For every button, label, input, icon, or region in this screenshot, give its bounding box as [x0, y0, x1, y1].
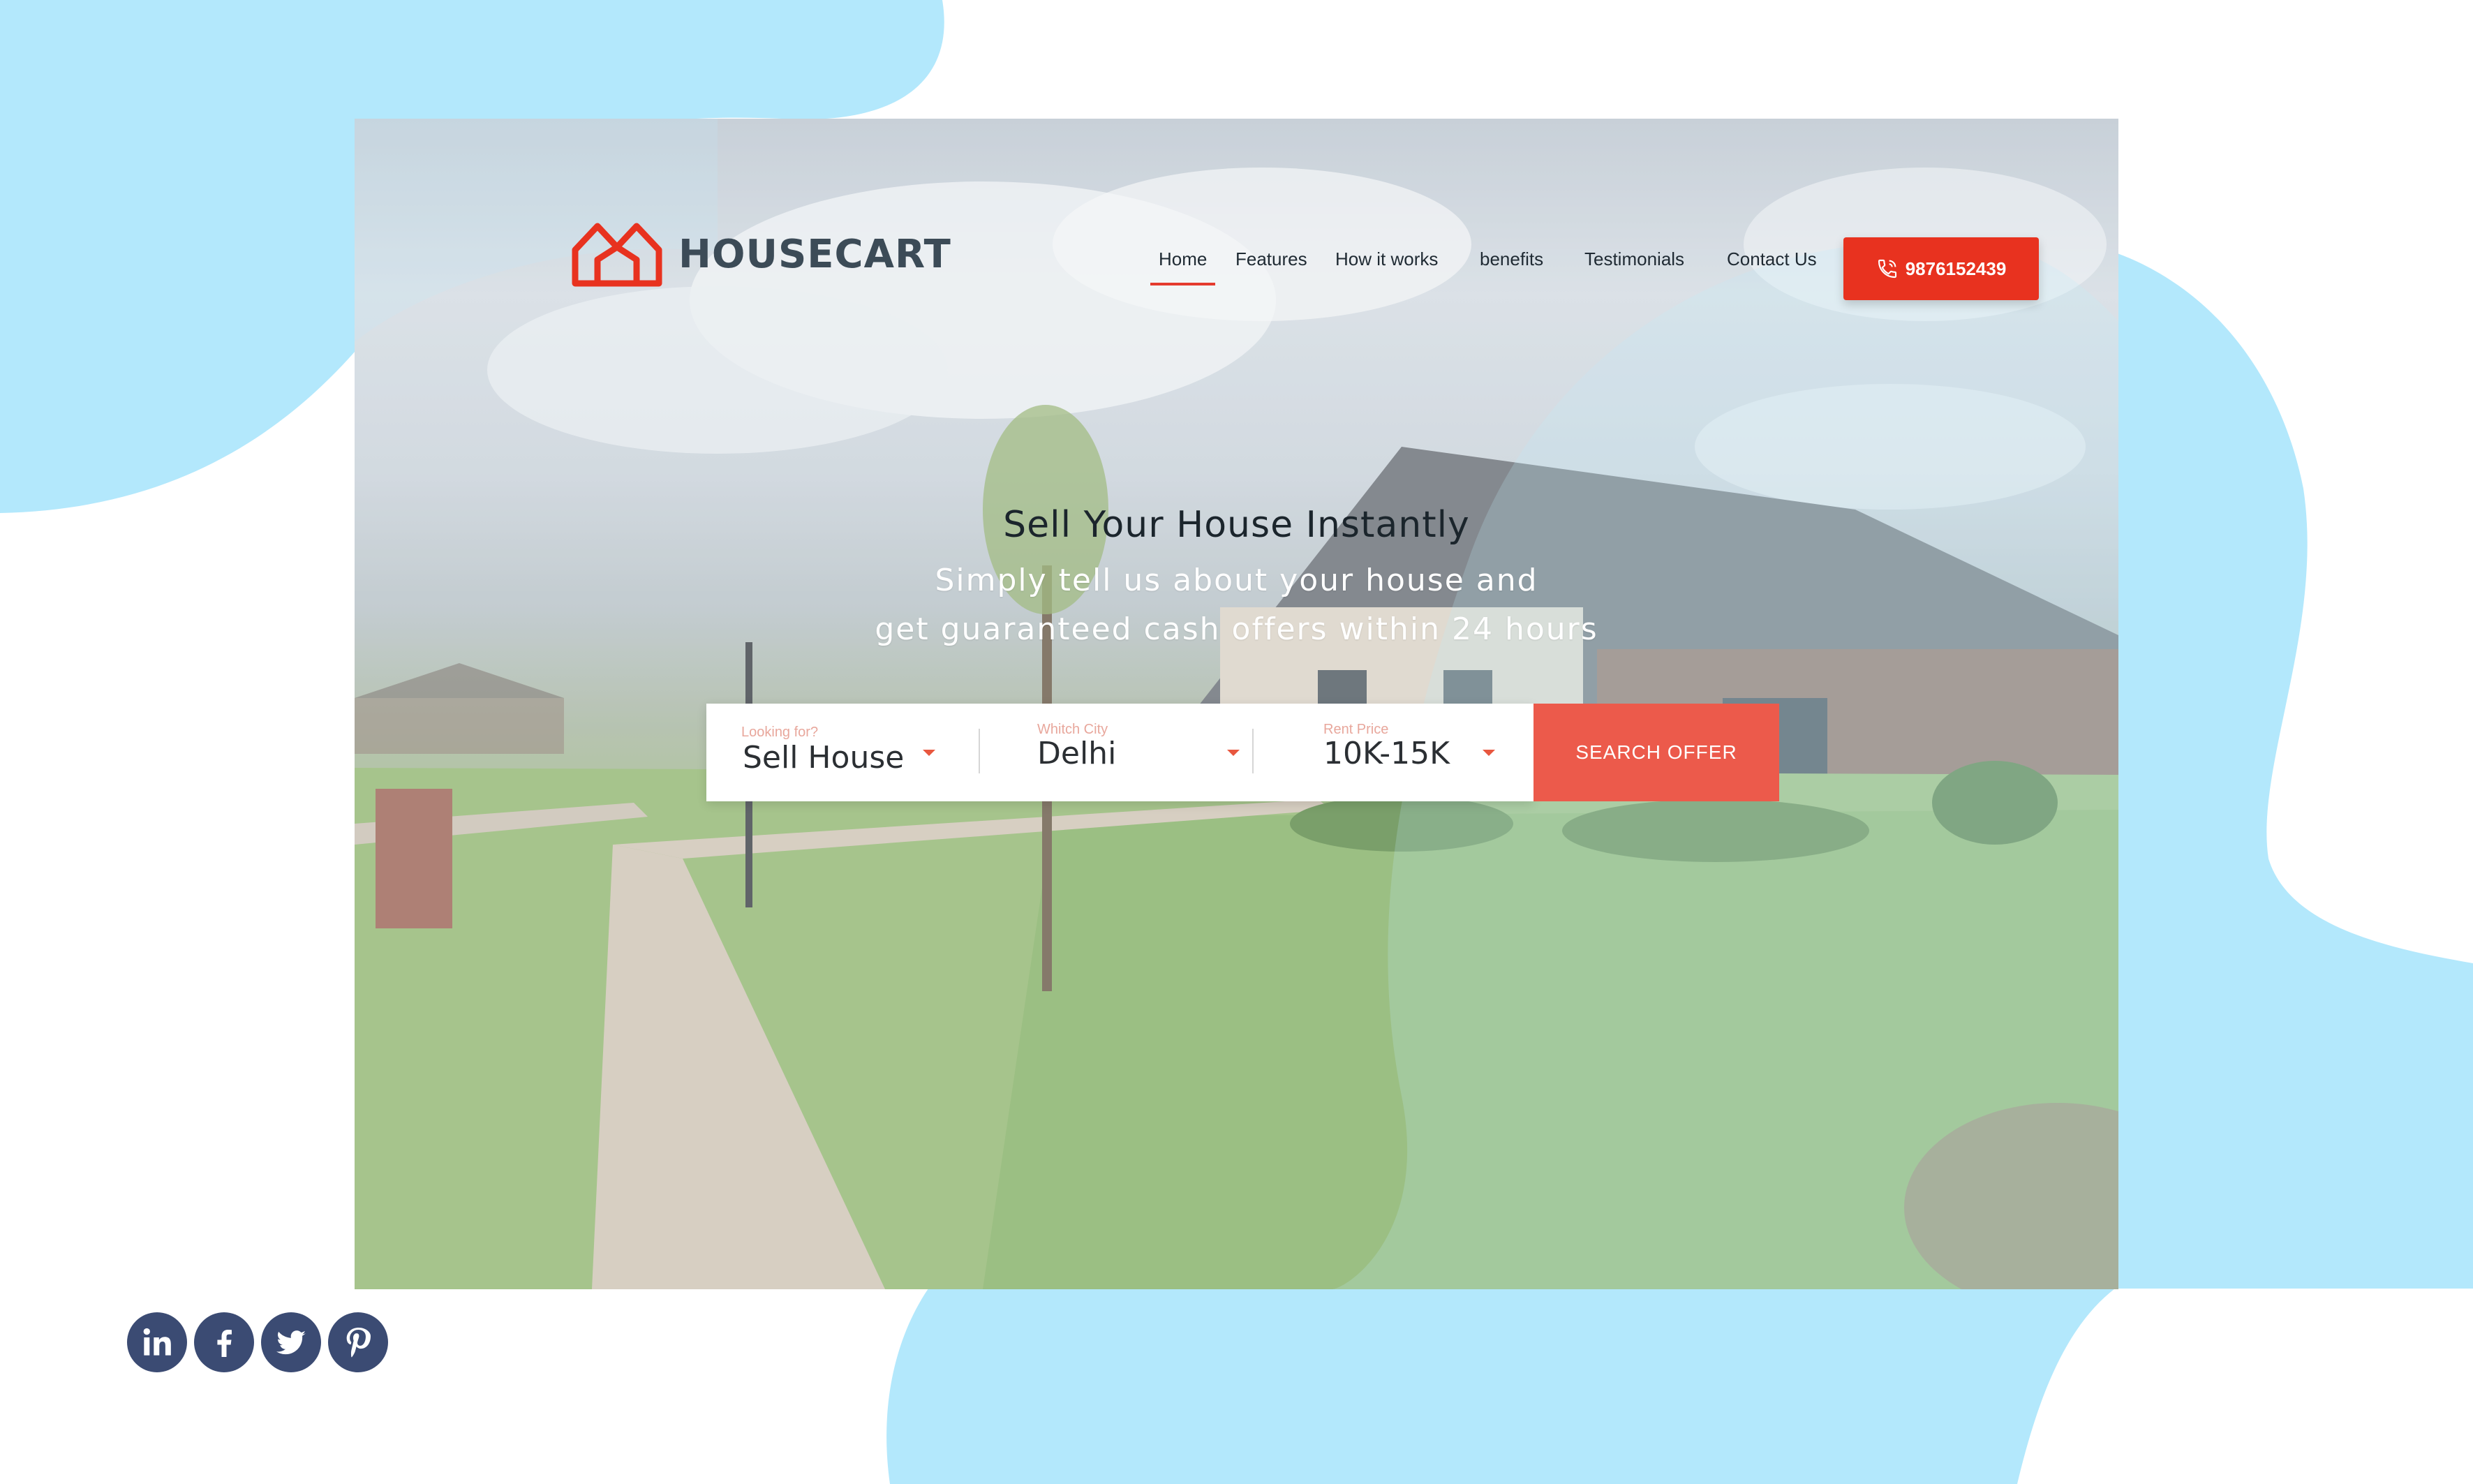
- search-offer-button[interactable]: SEARCH OFFER: [1533, 704, 1779, 801]
- nav-item-features[interactable]: Features: [1235, 248, 1307, 270]
- phone-icon: [1878, 259, 1896, 279]
- nav-item-home[interactable]: Home: [1150, 248, 1216, 285]
- rent-price-select[interactable]: Rent Price 10K-15K: [1254, 704, 1533, 801]
- looking-for-select[interactable]: Looking for? Sell House: [706, 704, 979, 801]
- city-value: Delhi: [1037, 736, 1117, 771]
- linkedin-icon[interactable]: [127, 1312, 187, 1372]
- hero-subline-1: Simply tell us about your house and: [935, 563, 1538, 598]
- facebook-icon[interactable]: [194, 1312, 254, 1372]
- phone-number: 9876152439: [1905, 258, 2007, 279]
- looking-for-value: Sell House: [743, 740, 905, 776]
- nav-item-benefits[interactable]: benefits: [1480, 248, 1543, 270]
- hero-section: HOUSECART Home Features How it works ben…: [355, 119, 2118, 1289]
- chevron-down-icon: [1483, 750, 1495, 756]
- nav-item-contact-us[interactable]: Contact Us: [1727, 248, 1817, 270]
- hero-headline: Sell Your House Instantly: [1003, 504, 1470, 546]
- social-links: [127, 1312, 395, 1372]
- chevron-down-icon: [923, 750, 935, 756]
- city-select[interactable]: Whitch City Delhi: [980, 704, 1252, 801]
- chevron-down-icon: [1227, 750, 1240, 756]
- nav-item-how-it-works[interactable]: How it works: [1335, 248, 1438, 270]
- bottom-blob: [886, 1289, 2115, 1484]
- rent-price-value: 10K-15K: [1323, 736, 1450, 771]
- twitter-icon[interactable]: [261, 1312, 321, 1372]
- nav-item-testimonials[interactable]: Testimonials: [1584, 248, 1684, 270]
- looking-for-label: Looking for?: [741, 725, 819, 740]
- pinterest-icon[interactable]: [328, 1312, 388, 1372]
- phone-call-button[interactable]: 9876152439: [1843, 237, 2039, 300]
- hero-subline-2: get guaranteed cash offers within 24 hou…: [875, 611, 1598, 647]
- search-bar: Looking for? Sell House Whitch City Delh…: [706, 704, 1533, 801]
